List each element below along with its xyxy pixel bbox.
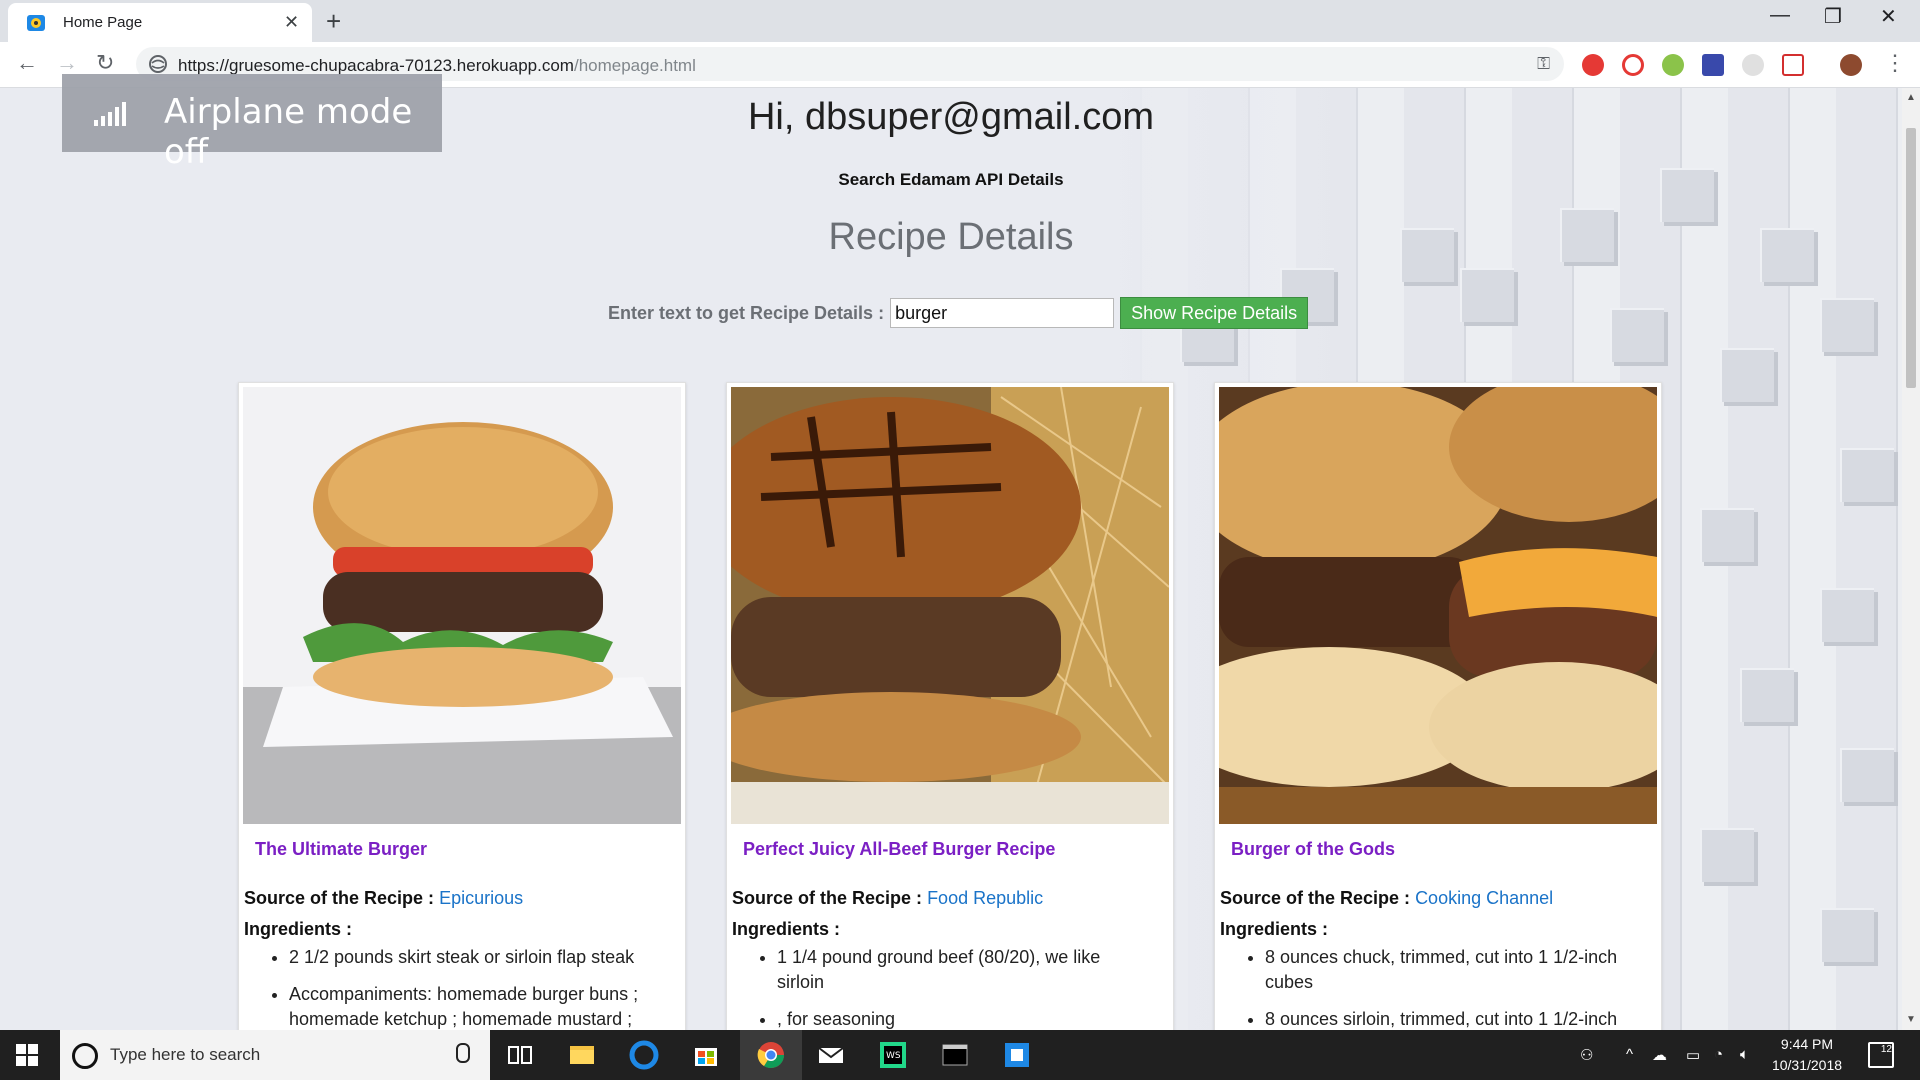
scroll-down-arrow-icon[interactable]: ▼	[1906, 1014, 1916, 1025]
recipe-title-link[interactable]: The Ultimate Burger	[255, 839, 427, 860]
app-blue-icon[interactable]	[1002, 1040, 1032, 1070]
ingredients-label: Ingredients :	[1220, 919, 1329, 939]
source-label: Source of the Recipe :	[244, 888, 435, 908]
feather-extension-icon[interactable]	[1742, 54, 1764, 76]
opera-extension-icon[interactable]	[1582, 54, 1604, 76]
browser-tab[interactable]: Home Page ✕	[8, 3, 312, 42]
recipe-image-ultimate-burger	[243, 387, 681, 824]
recipe-card: The Ultimate Burger Source of the Recipe…	[238, 382, 686, 1030]
tray-chevron-up-icon[interactable]: ^	[1626, 1046, 1633, 1063]
clock-date: 10/31/2018	[1771, 1057, 1843, 1073]
cortana-icon	[72, 1043, 98, 1069]
microphone-icon[interactable]	[456, 1043, 470, 1063]
ingredients-list: 8 ounces chuck, trimmed, cut into 1 1/2-…	[1220, 945, 1635, 1030]
recipe-source: Source of the Recipe : Cooking Channel	[1220, 888, 1553, 909]
source-link[interactable]: Cooking Channel	[1415, 888, 1553, 908]
people-icon[interactable]: ⚇	[1580, 1046, 1593, 1064]
ingredient-item: , for seasoning	[777, 1007, 1147, 1030]
source-link[interactable]: Food Republic	[927, 888, 1043, 908]
show-recipe-details-button[interactable]: Show Recipe Details	[1120, 297, 1309, 329]
windows-taskbar: Type here to search WS ⚇ ^ ☁ ▭ ◔ 🔈︎ 9:44…	[0, 1030, 1920, 1080]
tab-close-icon[interactable]: ✕	[284, 12, 299, 33]
recipe-title-link[interactable]: Burger of the Gods	[1231, 839, 1395, 860]
reload-icon[interactable]: ↻	[96, 50, 114, 76]
minimize-button[interactable]: —	[1770, 4, 1790, 27]
tab-title: Home Page	[63, 14, 143, 31]
video-extension-icon[interactable]	[1622, 54, 1644, 76]
colorful-extension-icon[interactable]	[1662, 54, 1684, 76]
store-icon[interactable]	[691, 1040, 721, 1070]
ingredients-list: 2 1/2 pounds skirt steak or sirloin flap…	[244, 945, 659, 1030]
password-key-icon[interactable]: ⚿	[1537, 54, 1550, 74]
scroll-up-arrow-icon[interactable]: ▲	[1906, 92, 1916, 103]
webstorm-icon[interactable]: WS	[878, 1040, 908, 1070]
ingredient-item: 1 1/4 pound ground beef (80/20), we like…	[777, 945, 1147, 995]
restore-button[interactable]: ❐	[1824, 4, 1842, 29]
recipe-search-input[interactable]	[890, 298, 1115, 328]
ingredients-label: Ingredients :	[732, 919, 841, 939]
pocket-extension-icon[interactable]	[1782, 54, 1804, 76]
windows-start-icon[interactable]	[16, 1044, 38, 1066]
ingredients-label: Ingredients :	[244, 919, 353, 939]
action-center-icon[interactable]: 12	[1868, 1042, 1894, 1068]
onedrive-cloud-icon[interactable]: ☁	[1652, 1046, 1667, 1064]
notification-count: 12	[1880, 1044, 1892, 1055]
site-info-icon[interactable]	[148, 54, 168, 74]
search-label: Enter text to get Recipe Details :	[608, 302, 885, 323]
api-subtitle: Search Edamam API Details	[838, 170, 1064, 189]
recipe-details-heading: Recipe Details	[828, 216, 1074, 258]
task-view-icon[interactable]	[505, 1040, 535, 1070]
recipe-source: Source of the Recipe : Epicurious	[244, 888, 523, 909]
recipe-search-form: Enter text to get Recipe Details : Show …	[608, 296, 1309, 330]
taskbar-search-box[interactable]: Type here to search	[60, 1030, 490, 1080]
tab-strip: Home Page ✕ + — ❐ ✕	[0, 0, 1920, 42]
recipe-image-juicy-burger	[731, 387, 1169, 824]
page-scrollbar[interactable]: ▲ ▼	[1902, 88, 1920, 1030]
battery-icon[interactable]: ▭	[1686, 1046, 1700, 1064]
recipe-card: Perfect Juicy All-Beef Burger Recipe Sou…	[726, 382, 1174, 1030]
ingredients-list: 1 1/4 pound ground beef (80/20), we like…	[732, 945, 1147, 1030]
svg-text:WS: WS	[886, 1051, 901, 1061]
clock-time: 9:44 PM	[1780, 1036, 1834, 1052]
source-label: Source of the Recipe :	[732, 888, 923, 908]
chrome-icon	[757, 1042, 785, 1069]
volume-icon[interactable]: 🔈︎	[1740, 1046, 1749, 1063]
airplane-mode-text: Airplane mode off	[164, 92, 413, 172]
edge-browser-icon[interactable]	[629, 1040, 659, 1070]
url-text: https://gruesome-chupacabra-70123.heroku…	[178, 56, 696, 76]
new-tab-button[interactable]: +	[326, 6, 341, 37]
taskbar-search-placeholder: Type here to search	[110, 1045, 261, 1064]
forward-arrow-icon[interactable]: →	[56, 50, 78, 76]
url-path: /homepage.html	[573, 56, 696, 75]
url-host: https://gruesome-chupacabra-70123.heroku…	[178, 56, 574, 75]
ingredient-item: 8 ounces chuck, trimmed, cut into 1 1/2-…	[1265, 945, 1635, 995]
signal-bars-icon	[94, 102, 126, 126]
recipe-title-link[interactable]: Perfect Juicy All-Beef Burger Recipe	[743, 839, 1055, 860]
taskbar-clock[interactable]: 9:44 PM 10/31/2018	[1762, 1034, 1852, 1076]
recipe-image-burger-of-gods	[1219, 387, 1657, 824]
wifi-icon[interactable]: ◔	[1714, 1046, 1723, 1063]
profile-avatar[interactable]	[1840, 54, 1862, 76]
page-content: Hi, dbsuper@gmail.com Search Edamam API …	[0, 88, 1902, 1030]
recipe-source: Source of the Recipe : Food Republic	[732, 888, 1043, 909]
chrome-taskbar-active[interactable]	[740, 1030, 802, 1080]
ingredient-item: 8 ounces sirloin, trimmed, cut into 1 1/…	[1265, 1007, 1635, 1030]
ingredient-item: Accompaniments: homemade burger buns ; h…	[289, 982, 659, 1030]
mail-icon[interactable]	[816, 1040, 846, 1070]
airplane-mode-toast: Airplane mode off	[62, 74, 442, 172]
source-link[interactable]: Epicurious	[439, 888, 523, 908]
scrollbar-thumb[interactable]	[1906, 128, 1916, 388]
recipe-card: Burger of the Gods Source of the Recipe …	[1214, 382, 1662, 1030]
ingredient-item: 2 1/2 pounds skirt steak or sirloin flap…	[289, 945, 659, 970]
z-extension-icon[interactable]	[1702, 54, 1724, 76]
file-explorer-icon[interactable]	[567, 1040, 597, 1070]
back-arrow-icon[interactable]: ←	[16, 50, 38, 76]
menu-kebab-icon[interactable]: ⋮	[1884, 50, 1906, 76]
source-label: Source of the Recipe :	[1220, 888, 1411, 908]
close-window-button[interactable]: ✕	[1880, 4, 1897, 29]
site-favicon-icon	[27, 15, 45, 31]
terminal-icon[interactable]	[940, 1040, 970, 1070]
